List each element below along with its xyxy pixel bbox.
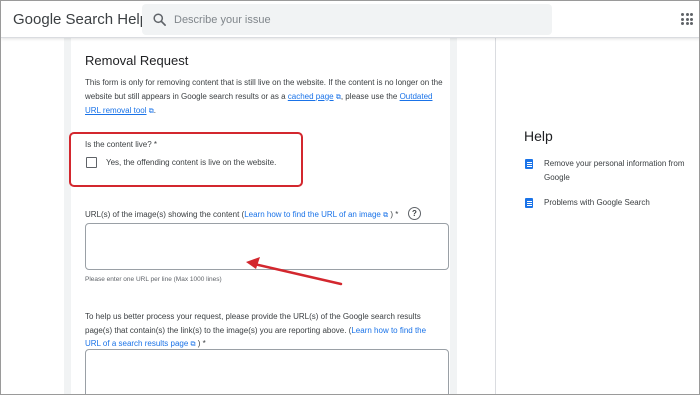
top-header: Google Search Help <box>1 1 699 38</box>
external-link-icon: ⧉ <box>383 212 389 219</box>
search-box[interactable] <box>142 4 552 35</box>
help-item-label[interactable]: Problems with Google Search <box>544 196 695 210</box>
help-item-remove-personal-info[interactable]: Remove your personal information from Go… <box>525 157 695 185</box>
app-title[interactable]: Google Search Help <box>13 11 148 28</box>
cached-page-link[interactable]: cached page <box>288 92 334 101</box>
help-item-label[interactable]: Remove your personal information from Go… <box>544 157 695 185</box>
help-panel-title: Help <box>524 128 553 144</box>
search-results-url-question: To help us better process your request, … <box>85 312 427 348</box>
find-image-url-link[interactable]: Learn how to find the URL of an image <box>244 210 381 219</box>
search-input[interactable] <box>174 4 534 35</box>
search-icon <box>153 13 166 26</box>
help-item-problems-search[interactable]: Problems with Google Search <box>525 196 695 210</box>
document-icon <box>525 159 533 169</box>
apps-grid-icon[interactable] <box>681 13 693 25</box>
red-highlight-box <box>69 132 303 187</box>
screenshot-frame: Google Search Help Removal Request This … <box>0 0 700 395</box>
image-url-question: URL(s) of the image(s) showing the conte… <box>85 210 399 219</box>
url-hint: Please enter one URL per line (Max 1000 … <box>85 276 222 283</box>
form-intro: This form is only for removing content t… <box>85 78 443 115</box>
help-question-icon[interactable]: ? <box>408 207 421 220</box>
external-link-icon: ⧉ <box>190 341 196 348</box>
panel-divider <box>495 38 496 394</box>
form-title: Removal Request <box>85 53 189 68</box>
removal-request-form: Removal Request This form is only for re… <box>71 38 450 394</box>
document-icon <box>525 198 533 208</box>
image-url-textarea[interactable] <box>85 223 449 270</box>
form-column: Removal Request This form is only for re… <box>64 38 457 394</box>
search-results-url-textarea[interactable] <box>85 349 449 394</box>
